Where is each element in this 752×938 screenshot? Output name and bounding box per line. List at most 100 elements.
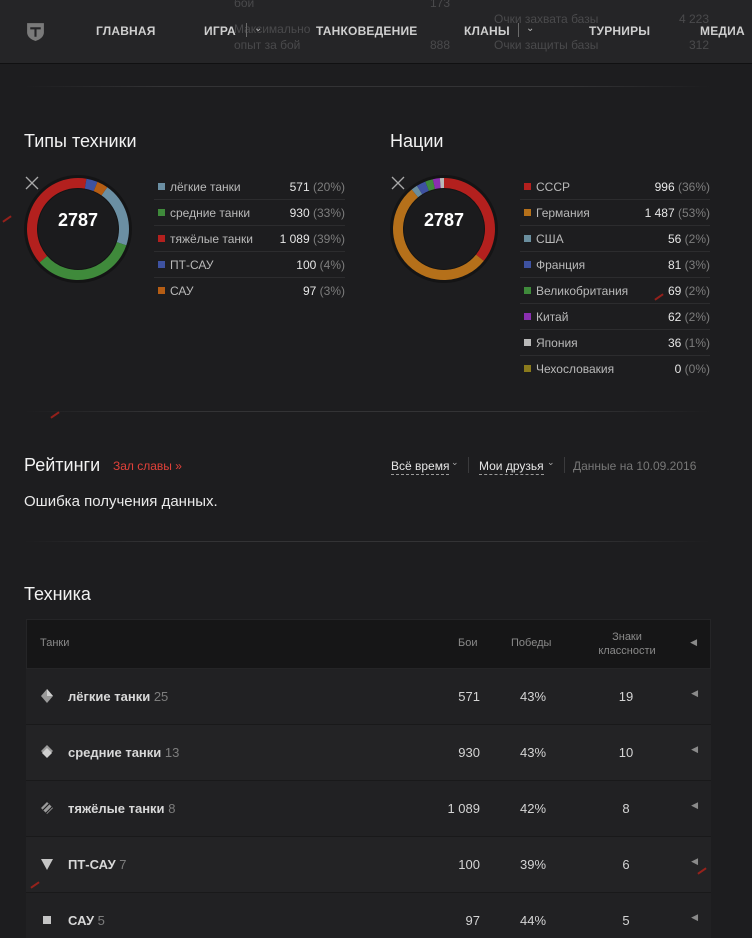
legend-item: САУ 97 (3%) <box>154 278 345 304</box>
legend-item: Великобритания 69 (2%) <box>520 278 710 304</box>
vehicle-class-name: средние танки <box>68 745 162 760</box>
legend-color-icon <box>158 261 165 268</box>
legend-count: 996 <box>654 180 675 194</box>
legend-item: Япония 36 (1%) <box>520 330 710 356</box>
vehicles-title: Техника <box>24 584 91 604</box>
expand-arrow-icon[interactable]: ◀ <box>691 912 698 923</box>
table-row[interactable]: средние танки 13 930 43% 10 ◀ <box>26 725 711 781</box>
light-tank-icon <box>41 689 53 703</box>
table-row[interactable]: ПТ-САУ 7 100 39% 6 ◀ <box>26 837 711 893</box>
ghost-text: 312 <box>689 38 710 52</box>
wins-cell: 39% <box>519 857 547 872</box>
nav-media[interactable]: МЕДИА <box>700 24 745 38</box>
legend-percent: (53%) <box>677 206 710 220</box>
legend-count: 0 <box>674 362 682 376</box>
legend-count: 100 <box>296 258 317 272</box>
expand-arrow-icon[interactable]: ◀ <box>691 744 698 755</box>
legend-count: 62 <box>667 310 682 324</box>
legend-item: лёгкие танки 571 (20%) <box>154 174 345 200</box>
legend-color-icon <box>524 235 531 242</box>
nations-donut: 2787 <box>389 174 499 284</box>
vehicle-class-name: САУ <box>68 913 95 928</box>
legend-color-icon <box>524 287 531 294</box>
legend-color-icon <box>524 313 531 320</box>
col-marks[interactable]: Знаки классности <box>592 630 662 658</box>
divider <box>564 457 565 473</box>
col-wins[interactable]: Победы <box>511 637 551 649</box>
chevron-down-icon[interactable]: ⌄ <box>254 23 262 34</box>
legend-percent: (3%) <box>684 258 710 272</box>
legend-label: САУ <box>170 284 194 298</box>
legend-count: 81 <box>667 258 682 272</box>
marks-cell: 19 <box>618 689 634 704</box>
legend-label: средние танки <box>170 206 251 220</box>
nav-divider <box>518 23 519 37</box>
wins-cell: 43% <box>519 689 547 704</box>
legend-item: ПТ-САУ 100 (4%) <box>154 252 345 278</box>
legend-color-icon <box>158 209 165 216</box>
expand-arrow-icon[interactable]: ◀ <box>691 688 698 699</box>
data-date-note: Данные на 10.09.2016 <box>573 459 697 473</box>
expand-arrow-icon[interactable]: ◀ <box>691 856 698 867</box>
legend-value: 69 (2%) <box>668 278 710 304</box>
vehicle-class: ПТ-САУ 7 <box>68 857 127 872</box>
vehicle-class-name: ПТ-САУ <box>68 857 116 872</box>
vehicle-class-count: 7 <box>119 857 127 872</box>
col-battles[interactable]: Бои <box>458 637 477 649</box>
vehicle-class: лёгкие танки 25 <box>68 689 168 704</box>
vehicle-class: САУ 5 <box>68 913 105 928</box>
spark-decoration <box>2 215 12 223</box>
wot-logo-icon[interactable] <box>25 21 46 42</box>
legend-label: тяжёлые танки <box>170 232 253 246</box>
legend-percent: (36%) <box>677 180 710 194</box>
legend-label: Чехословакия <box>536 362 615 376</box>
nav-main[interactable]: ГЛАВНАЯ <box>96 24 156 38</box>
nav-clans[interactable]: КЛАНЫ <box>464 24 510 38</box>
legend-count: 571 <box>289 180 310 194</box>
legend-value: 1 487 (53%) <box>645 200 710 226</box>
wins-cell: 43% <box>519 745 547 760</box>
legend-color-icon <box>524 183 531 190</box>
table-row[interactable]: лёгкие танки 25 571 43% 19 ◀ <box>26 669 711 725</box>
divider <box>24 86 710 87</box>
collapse-arrow-icon[interactable]: ◀ <box>690 637 697 648</box>
filter-time[interactable]: Всё время <box>391 459 450 475</box>
expand-arrow-icon[interactable]: ◀ <box>691 800 698 811</box>
vehicles-table: Танки Бои Победы Знаки классности ◀ лёгк… <box>26 619 711 938</box>
legend-percent: (20%) <box>312 180 345 194</box>
col-tanks[interactable]: Танки <box>40 637 69 649</box>
legend-percent: (2%) <box>684 232 710 246</box>
legend-label: СССР <box>536 180 571 194</box>
nations-legend: СССР 996 (36%) Германия 1 487 (53%) США 56 (2… <box>520 174 710 382</box>
legend-count: 56 <box>667 232 682 246</box>
table-row[interactable]: тяжёлые танки 8 1 089 42% 8 ◀ <box>26 781 711 837</box>
legend-color-icon <box>158 235 165 242</box>
legend-percent: (33%) <box>312 206 345 220</box>
legend-item: средние танки 930 (33%) <box>154 200 345 226</box>
ghost-text: бой <box>234 0 255 10</box>
legend-value: 571 (20%) <box>290 174 345 200</box>
ghost-text: опыт за бой <box>234 38 301 52</box>
chevron-down-icon[interactable]: ⌄ <box>547 457 555 468</box>
ghost-text: 173 <box>430 0 451 10</box>
ratings-title: Рейтинги <box>24 455 101 475</box>
legend-count: 930 <box>289 206 310 220</box>
chevron-down-icon[interactable]: ⌄ <box>451 457 459 468</box>
table-row[interactable]: САУ 5 97 44% 5 ◀ <box>26 893 711 938</box>
spark-decoration <box>50 411 60 419</box>
nav-tankopedia[interactable]: ТАНКОВЕДЕНИЕ <box>316 24 417 38</box>
crossed-swords-icon <box>391 176 405 190</box>
vehicle-class-count: 5 <box>97 913 105 928</box>
nav-tournaments[interactable]: ТУРНИРЫ <box>589 24 650 38</box>
hall-of-fame-link[interactable]: Зал славы » <box>113 459 182 473</box>
legend-item: Китай 62 (2%) <box>520 304 710 330</box>
legend-value: 1 089 (39%) <box>280 226 345 252</box>
vehicle-class-count: 13 <box>164 745 180 760</box>
legend-label: Германия <box>536 206 590 220</box>
nav-divider <box>246 23 247 37</box>
nav-game[interactable]: ИГРА <box>204 24 236 38</box>
divider <box>24 541 710 542</box>
chevron-down-icon[interactable]: ⌄ <box>526 23 534 34</box>
filter-friends[interactable]: Мои друзья <box>479 459 544 475</box>
wins-cell: 44% <box>519 913 547 928</box>
